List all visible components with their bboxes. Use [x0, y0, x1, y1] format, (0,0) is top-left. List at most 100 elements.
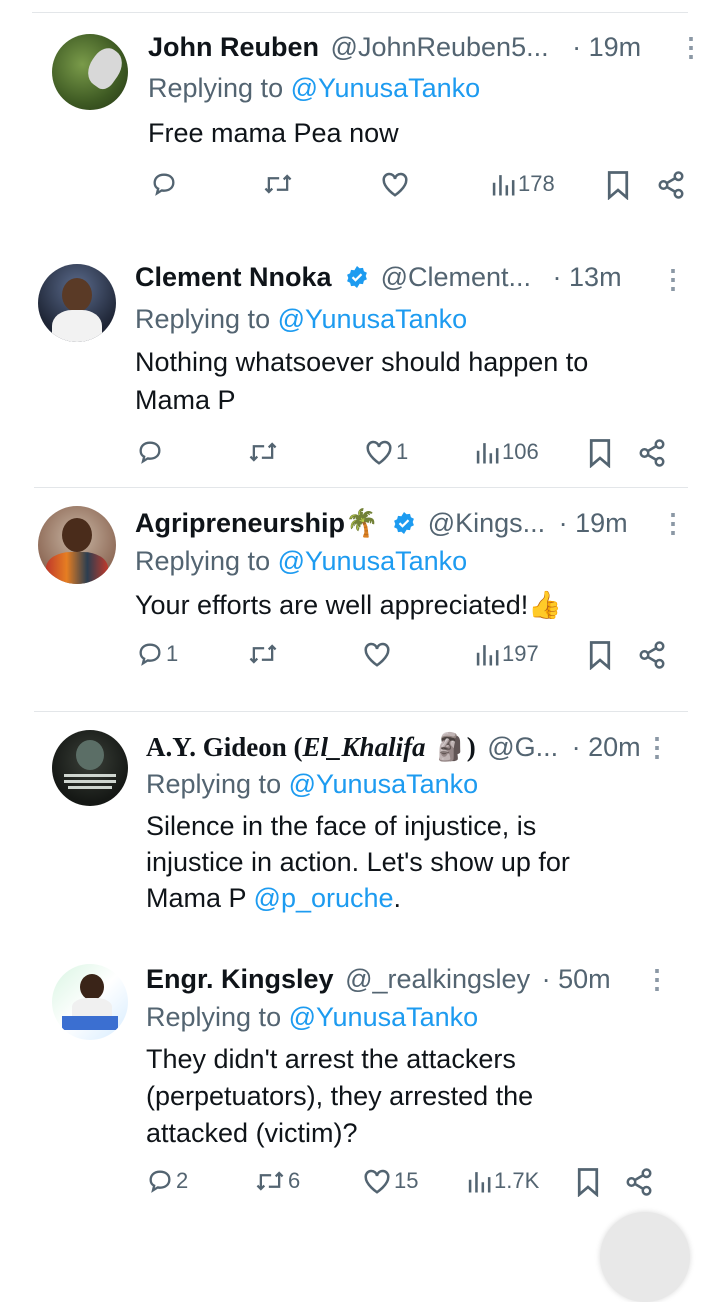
replying-mention[interactable]: @YunusaTanko [291, 73, 481, 103]
reply-icon [153, 173, 175, 196]
floating-action-button[interactable] [600, 1212, 690, 1302]
reply-button[interactable]: 2 [146, 1167, 188, 1195]
views-icon [476, 645, 499, 666]
reply-count: 2 [176, 1168, 189, 1193]
like-icon [364, 642, 390, 667]
timestamp[interactable]: · 20m [572, 732, 641, 762]
more-icon[interactable]: ⋮ [660, 510, 686, 536]
views-count: 197 [502, 641, 539, 666]
more-icon[interactable]: ⋮ [644, 734, 670, 760]
timestamp[interactable]: · 13m [553, 262, 622, 292]
replying-label: Replying to [148, 73, 284, 103]
retweet-button[interactable]: 6 [254, 1167, 300, 1195]
avatar[interactable] [38, 506, 116, 584]
author-name-italic[interactable]: El_Khalifa [303, 732, 426, 762]
bookmark-button[interactable] [587, 438, 613, 468]
avatar[interactable] [52, 730, 128, 806]
share-icon [626, 1168, 652, 1196]
like-count: 1 [396, 439, 409, 464]
retweet-icon [256, 1171, 284, 1191]
views-button[interactable]: 106 [474, 438, 539, 466]
bookmark-icon [577, 1168, 599, 1197]
like-count: 15 [394, 1168, 419, 1193]
replying-label: Replying to [135, 546, 271, 576]
views-icon [468, 1172, 491, 1193]
more-icon[interactable]: ⋮ [644, 966, 670, 992]
more-icon[interactable]: ⋮ [660, 266, 686, 292]
like-icon [364, 1169, 390, 1194]
share-button[interactable] [656, 170, 686, 200]
author-name-end[interactable]: ) [467, 732, 476, 762]
timestamp[interactable]: · 50m [542, 964, 611, 994]
reply-button[interactable]: 1 [136, 640, 178, 668]
views-icon [492, 175, 515, 196]
author-name[interactable]: A.Y. Gideon ( [146, 732, 303, 762]
mention-link[interactable]: @p_oruche [254, 883, 394, 913]
reply-button[interactable] [150, 170, 180, 198]
author-name[interactable]: Engr. Kingsley [146, 964, 334, 994]
replying-mention[interactable]: @YunusaTanko [278, 546, 468, 576]
tweet-text-line: Silence in the face of injustice, is [146, 811, 537, 841]
tweet-ay-gideon[interactable]: A.Y. Gideon (El_Khalifa 🗿) @G... · 20m ⋮… [0, 712, 720, 952]
author-name[interactable]: Agripreneurship [135, 508, 345, 538]
author-emoji: 🗿 [433, 732, 467, 762]
retweet-button[interactable] [247, 640, 281, 668]
verified-badge-icon [347, 266, 367, 288]
tweet-text: Your efforts are well appreciated!👍 [135, 590, 562, 620]
share-icon [639, 641, 665, 669]
avatar[interactable] [38, 264, 116, 342]
author-handle[interactable]: @_realkingsley [345, 964, 530, 994]
like-button[interactable]: 1 [364, 438, 408, 466]
reply-button[interactable] [136, 438, 166, 466]
replying-mention[interactable]: @YunusaTanko [289, 1002, 479, 1032]
tweet-john-reuben[interactable]: John Reuben @JohnReuben5... · 19m ⋮ Repl… [0, 0, 720, 230]
author-handle[interactable]: @G... [487, 732, 558, 762]
tweet-text-line: attacked (victim)? [146, 1118, 358, 1148]
tweet-clement-nnoka[interactable]: Clement Nnoka @Clement... · 13m ⋮ Replyi… [0, 230, 720, 486]
views-button[interactable]: 178 [490, 170, 555, 198]
retweet-button[interactable] [262, 170, 296, 198]
retweet-icon [249, 442, 277, 462]
verified-badge-icon [394, 512, 415, 534]
replying-label: Replying to [135, 304, 271, 334]
author-name[interactable]: John Reuben [148, 32, 319, 62]
author-handle[interactable]: @Kings... [428, 508, 545, 538]
timestamp[interactable]: · 19m [559, 508, 628, 538]
retweet-button[interactable] [247, 438, 281, 466]
views-count: 1.7K [494, 1168, 540, 1193]
tweet-text-line: Mama P [135, 385, 236, 415]
views-button[interactable]: 1.7K [466, 1167, 539, 1195]
timestamp[interactable]: · 19m [572, 32, 641, 62]
share-button[interactable] [637, 640, 667, 670]
tweet-engr-kingsley[interactable]: Engr. Kingsley @_realkingsley · 50m ⋮ Re… [0, 952, 720, 1229]
tweet-text-line: Mama P [146, 883, 254, 913]
like-button[interactable]: 15 [362, 1167, 418, 1195]
share-button[interactable] [637, 438, 667, 468]
share-button[interactable] [624, 1167, 654, 1197]
like-button[interactable] [362, 640, 394, 668]
retweet-icon [249, 644, 277, 664]
tweet-text: Free mama Pea now [148, 118, 399, 148]
share-icon [639, 439, 665, 467]
bookmark-button[interactable] [575, 1167, 601, 1197]
tweet-agripreneurship[interactable]: Agripreneurship🌴 @Kings... · 19m ⋮ Reply… [0, 488, 720, 710]
reply-icon [149, 1170, 171, 1193]
action-bar: 178 [0, 170, 720, 202]
views-button[interactable]: 197 [474, 640, 539, 668]
bookmark-icon [607, 171, 629, 200]
bookmark-button[interactable] [587, 640, 613, 670]
author-handle[interactable]: @Clement... [381, 262, 531, 292]
author-handle[interactable]: @JohnReuben5... [331, 32, 549, 62]
avatar[interactable] [52, 34, 128, 110]
more-icon[interactable]: ⋮ [678, 34, 704, 60]
avatar[interactable] [52, 964, 128, 1040]
tweet-text-line: They didn't arrest the attackers [146, 1044, 516, 1074]
retweet-count: 6 [288, 1168, 301, 1193]
share-icon [658, 171, 684, 199]
author-name[interactable]: Clement Nnoka [135, 262, 332, 292]
bookmark-button[interactable] [605, 170, 631, 200]
replying-mention[interactable]: @YunusaTanko [289, 769, 479, 799]
replying-label: Replying to [146, 769, 282, 799]
like-button[interactable] [380, 170, 412, 198]
replying-mention[interactable]: @YunusaTanko [278, 304, 468, 334]
